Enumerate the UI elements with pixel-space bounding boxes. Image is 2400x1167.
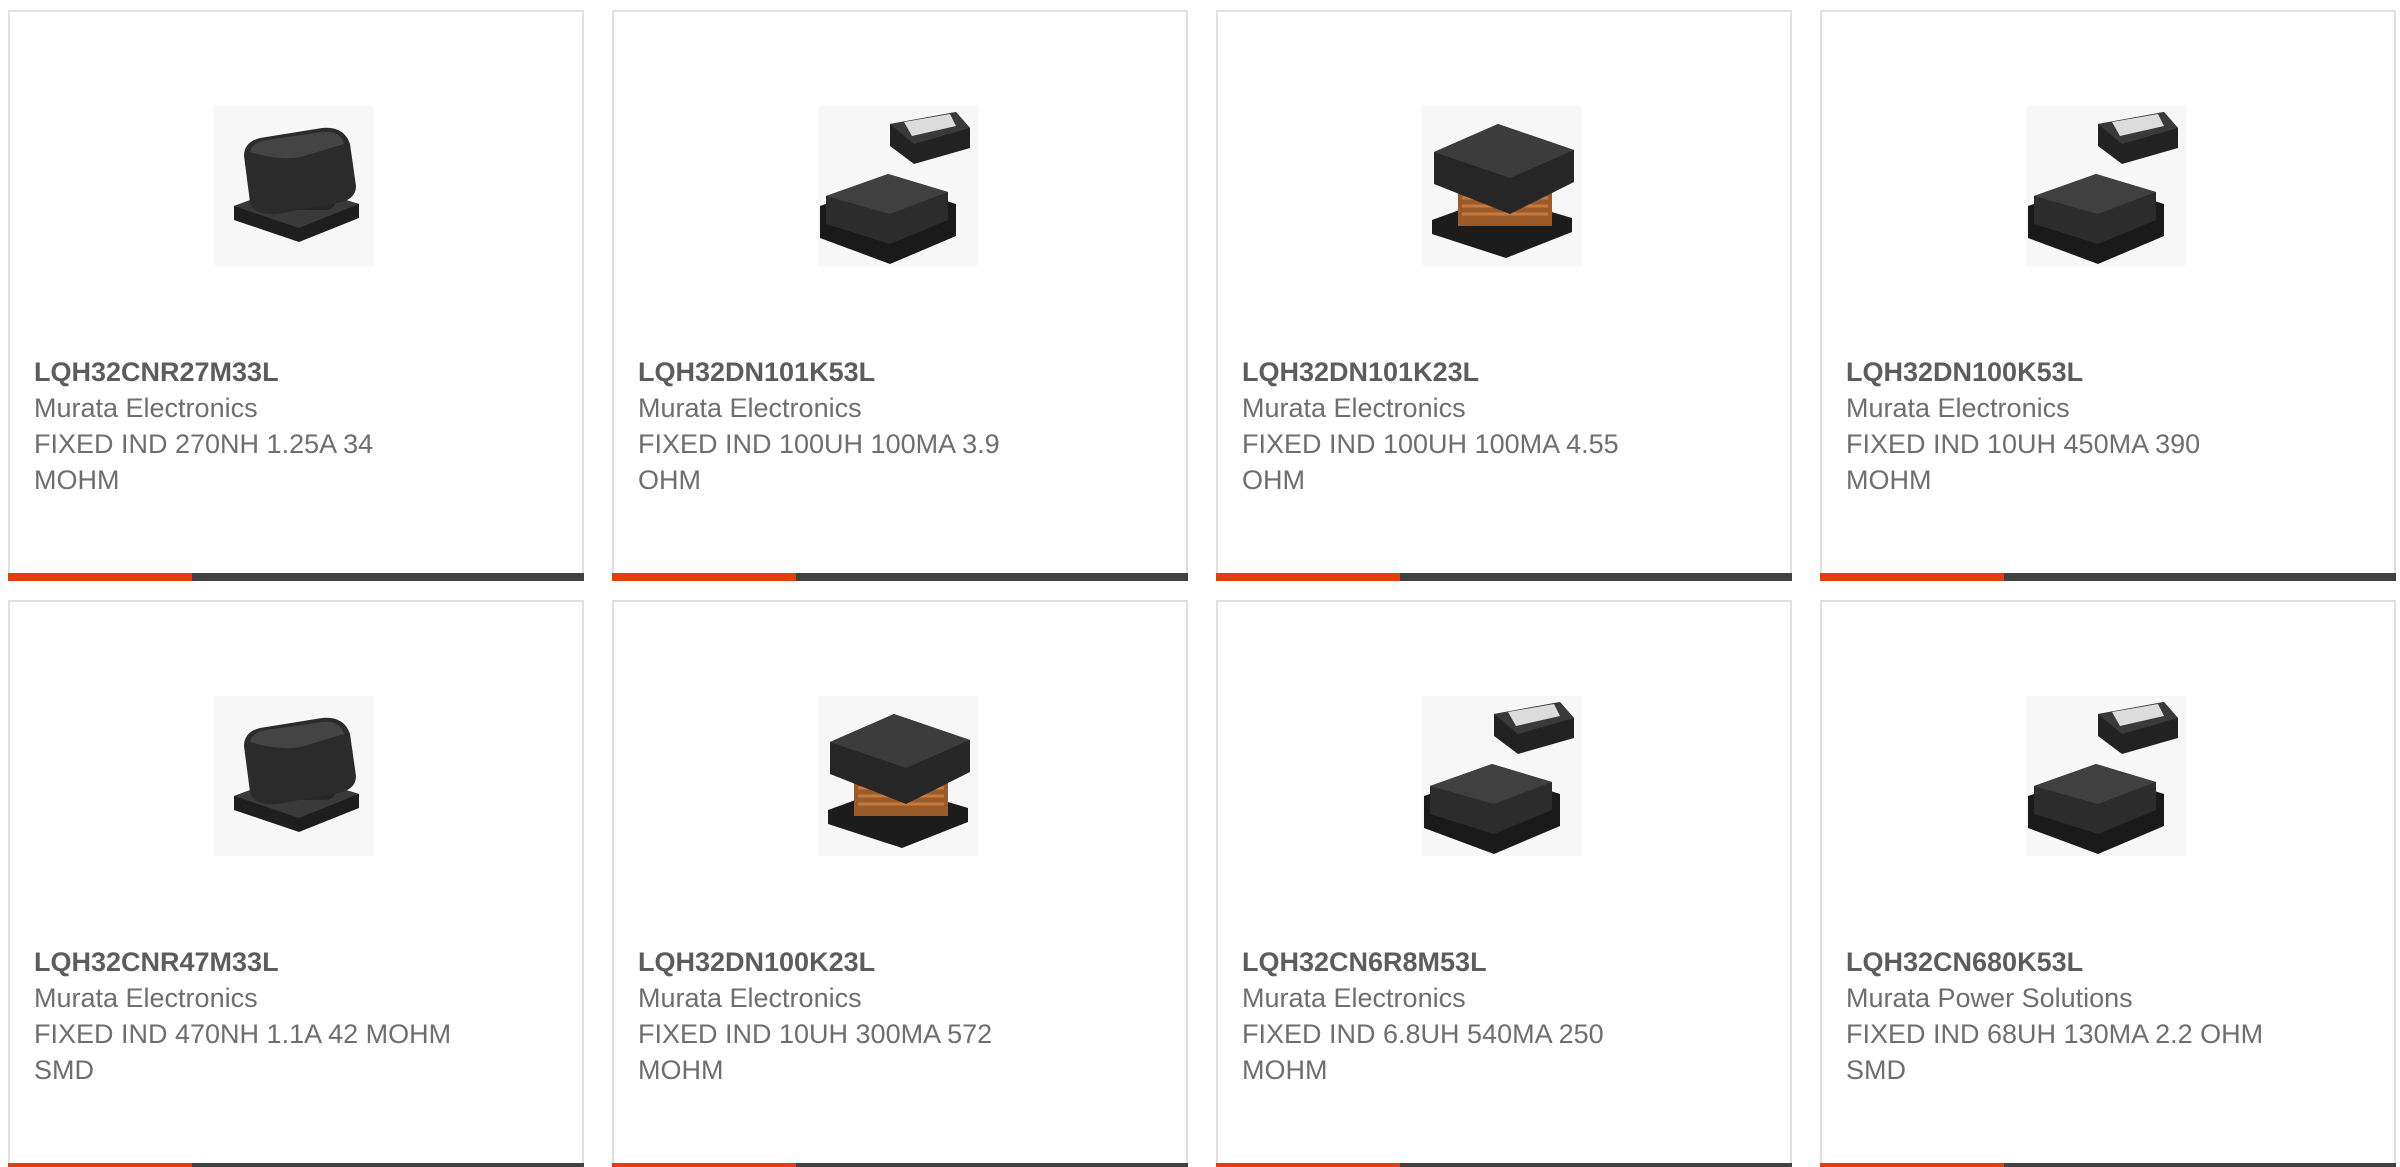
product-card[interactable]: LQH32DN100K23L Murata Electronics FIXED … bbox=[612, 600, 1188, 1167]
card-accent bbox=[612, 1163, 796, 1167]
manufacturer: Murata Electronics bbox=[638, 983, 862, 1013]
product-card[interactable]: LQH32CNR47M33L Murata Electronics FIXED … bbox=[8, 600, 584, 1167]
inductor-pair-icon bbox=[2006, 676, 2206, 876]
part-number[interactable]: LQH32CNR27M33L bbox=[34, 354, 558, 390]
card-accent bbox=[1216, 573, 1400, 581]
card-bottom-bar bbox=[8, 1163, 584, 1167]
product-card[interactable]: LQH32DN101K53L Murata Electronics FIXED … bbox=[612, 10, 1188, 581]
card-accent bbox=[8, 1163, 192, 1167]
wound-inductor-icon bbox=[798, 676, 998, 876]
inductor-pair-icon bbox=[2006, 86, 2206, 286]
description: FIXED IND 10UH 300MA 572 MOHM bbox=[638, 1019, 993, 1085]
card-bottom-bar bbox=[8, 573, 584, 581]
card-bottom-bar bbox=[612, 573, 1188, 581]
manufacturer: Murata Electronics bbox=[34, 393, 258, 423]
part-number[interactable]: LQH32DN101K23L bbox=[1242, 354, 1766, 390]
inductor-pair-icon bbox=[1402, 676, 1602, 876]
product-card[interactable]: LQH32CN6R8M53L Murata Electronics FIXED … bbox=[1216, 600, 1792, 1167]
manufacturer: Murata Electronics bbox=[638, 393, 862, 423]
part-number[interactable]: LQH32DN101K53L bbox=[638, 354, 1162, 390]
product-card[interactable]: LQH32CNR27M33L Murata Electronics FIXED … bbox=[8, 10, 584, 581]
card-accent bbox=[8, 573, 192, 581]
card-bottom-bar bbox=[1820, 573, 2396, 581]
product-card[interactable]: LQH32DN101K23L Murata Electronics FIXED … bbox=[1216, 10, 1792, 581]
wound-inductor-icon bbox=[1402, 86, 1602, 286]
stacked-inductor-icon bbox=[194, 86, 394, 286]
description: FIXED IND 470NH 1.1A 42 MOHM SMD bbox=[34, 1019, 452, 1085]
card-bottom-bar bbox=[1216, 1163, 1792, 1167]
manufacturer: Murata Electronics bbox=[1846, 393, 2070, 423]
part-number[interactable]: LQH32CNR47M33L bbox=[34, 944, 558, 980]
description: FIXED IND 100UH 100MA 4.55 OHM bbox=[1242, 429, 1619, 495]
product-grid: LQH32CNR27M33L Murata Electronics FIXED … bbox=[0, 0, 2400, 1167]
card-accent bbox=[1216, 1163, 1400, 1167]
card-accent bbox=[612, 573, 796, 581]
card-bottom-bar bbox=[1820, 1163, 2396, 1167]
manufacturer: Murata Electronics bbox=[1242, 983, 1466, 1013]
card-accent bbox=[1820, 1163, 2004, 1167]
manufacturer: Murata Electronics bbox=[34, 983, 258, 1013]
part-number[interactable]: LQH32DN100K53L bbox=[1846, 354, 2370, 390]
product-card[interactable]: LQH32DN100K53L Murata Electronics FIXED … bbox=[1820, 10, 2396, 581]
inductor-pair-icon bbox=[798, 86, 998, 286]
manufacturer: Murata Power Solutions bbox=[1846, 983, 2133, 1013]
part-number[interactable]: LQH32DN100K23L bbox=[638, 944, 1162, 980]
description: FIXED IND 10UH 450MA 390 MOHM bbox=[1846, 429, 2201, 495]
product-card[interactable]: LQH32CN680K53L Murata Power Solutions FI… bbox=[1820, 600, 2396, 1167]
description: FIXED IND 270NH 1.25A 34 MOHM bbox=[34, 429, 374, 495]
description: FIXED IND 100UH 100MA 3.9 OHM bbox=[638, 429, 1000, 495]
description: FIXED IND 68UH 130MA 2.2 OHM SMD bbox=[1846, 1019, 2264, 1085]
part-number[interactable]: LQH32CN680K53L bbox=[1846, 944, 2370, 980]
card-bottom-bar bbox=[1216, 573, 1792, 581]
description: FIXED IND 6.8UH 540MA 250 MOHM bbox=[1242, 1019, 1604, 1085]
part-number[interactable]: LQH32CN6R8M53L bbox=[1242, 944, 1766, 980]
manufacturer: Murata Electronics bbox=[1242, 393, 1466, 423]
card-accent bbox=[1820, 573, 2004, 581]
card-bottom-bar bbox=[612, 1163, 1188, 1167]
stacked-inductor-icon bbox=[194, 676, 394, 876]
